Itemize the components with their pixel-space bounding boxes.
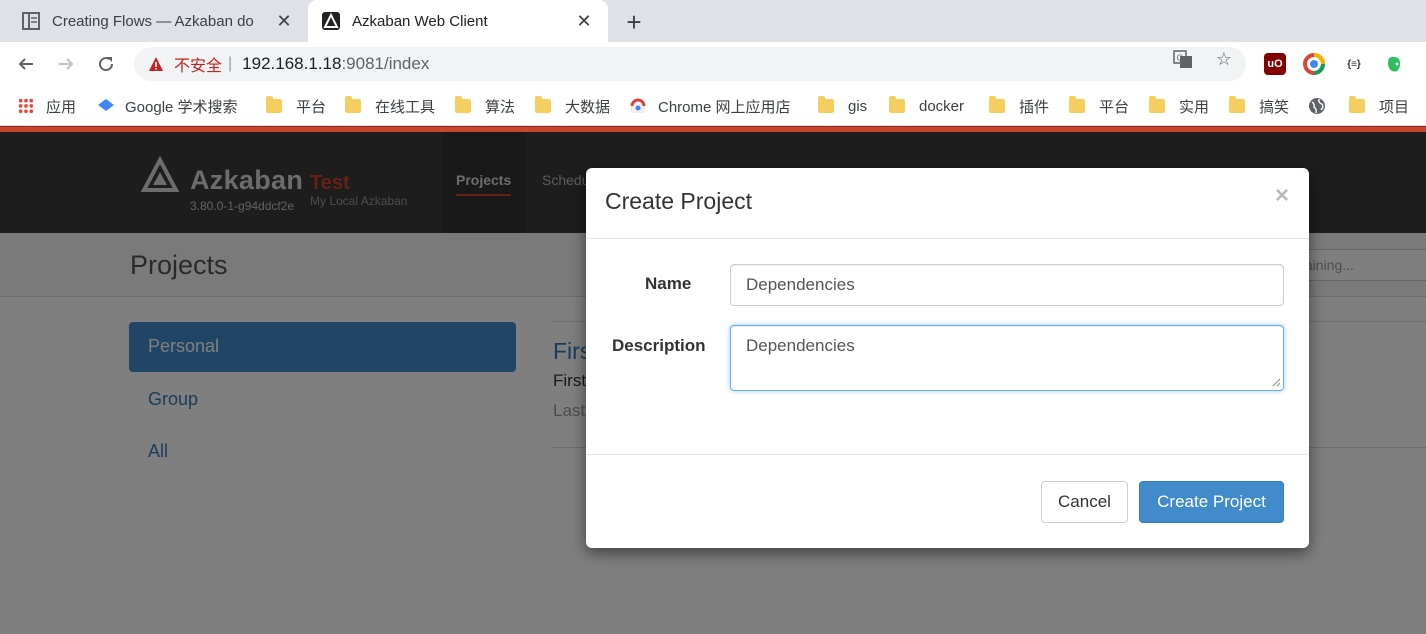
folder-icon bbox=[1229, 96, 1245, 113]
bookmarks-bar: 应用 Google 学术搜索 平台 在线工具 算法 大数据 Chrome 网上应… bbox=[0, 86, 1426, 126]
project-name-field[interactable] bbox=[730, 264, 1284, 306]
bookmark-folder[interactable]: 在线工具 bbox=[345, 95, 435, 117]
forward-arrow-icon[interactable] bbox=[52, 50, 80, 78]
back-arrow-icon[interactable] bbox=[12, 50, 40, 78]
browser-tab-strip: Creating Flows — Azkaban do ✕ Azkaban We… bbox=[0, 0, 1426, 42]
folder-icon bbox=[266, 96, 282, 113]
scholar-icon bbox=[97, 98, 115, 114]
project-description-field[interactable]: Dependencies bbox=[730, 325, 1284, 391]
url-host: 192.168.1.18 bbox=[242, 54, 342, 73]
create-project-button[interactable]: Create Project bbox=[1139, 481, 1284, 523]
bookmark-folder[interactable]: 平台 bbox=[266, 95, 326, 117]
new-tab-button[interactable]: + bbox=[620, 7, 648, 37]
bookmark-label: Chrome 网上应用店 bbox=[658, 98, 791, 116]
browser-tab-azkaban[interactable]: Azkaban Web Client ✕ bbox=[308, 0, 608, 42]
close-icon[interactable]: ✕ bbox=[572, 9, 596, 33]
browser-tab-docs[interactable]: Creating Flows — Azkaban do ✕ bbox=[8, 0, 308, 42]
folder-icon bbox=[889, 96, 905, 113]
bookmark-folder[interactable]: 算法 bbox=[455, 95, 515, 117]
translate-icon[interactable]: G bbox=[1173, 49, 1193, 69]
close-icon[interactable]: ✕ bbox=[272, 9, 296, 33]
folder-icon bbox=[818, 96, 834, 113]
bookmark-folder[interactable]: docker bbox=[889, 95, 964, 117]
azkaban-logo-icon bbox=[322, 12, 340, 30]
warning-triangle-icon[interactable] bbox=[148, 56, 164, 72]
json-extension-icon[interactable]: {≡} bbox=[1343, 53, 1365, 75]
modal-footer: Cancel Create Project bbox=[586, 454, 1309, 548]
bookmark-folder[interactable]: 搞笑 bbox=[1229, 95, 1289, 117]
bookmark-folder[interactable]: 插件 bbox=[989, 95, 1049, 117]
folder-icon bbox=[1349, 96, 1365, 113]
evernote-extension-icon[interactable] bbox=[1383, 53, 1405, 75]
bookmark-label: 应用 bbox=[46, 98, 77, 116]
folder-icon bbox=[455, 96, 471, 113]
bookmark-folder[interactable]: 项目 bbox=[1349, 95, 1409, 117]
address-separator: | bbox=[228, 55, 233, 72]
bookmark-google-scholar[interactable]: Google 学术搜索 bbox=[97, 95, 238, 117]
bookmark-folder[interactable]: 实用 bbox=[1149, 95, 1209, 117]
tab-title: Creating Flows — Azkaban do bbox=[52, 12, 254, 30]
ublock-extension-icon[interactable]: uO bbox=[1264, 53, 1286, 75]
security-label[interactable]: 不安全 bbox=[174, 52, 222, 76]
bookmark-label: 大数据 bbox=[565, 98, 611, 116]
globe-icon bbox=[1308, 97, 1326, 115]
name-label: Name bbox=[645, 274, 692, 293]
resize-grip-icon[interactable] bbox=[1272, 378, 1281, 387]
bookmark-label: docker bbox=[919, 97, 965, 115]
bookmark-folder[interactable]: gis bbox=[818, 95, 867, 117]
bookmark-label: Google 学术搜索 bbox=[125, 98, 238, 116]
bookmark-label: gis bbox=[848, 97, 868, 115]
svg-text:G: G bbox=[1177, 54, 1183, 63]
create-project-modal: Create Project × Name Description Depend… bbox=[586, 168, 1309, 548]
address-bar[interactable]: 不安全 | 192.168.1.18 :9081/index bbox=[134, 47, 1246, 81]
bookmark-label: 算法 bbox=[485, 98, 516, 116]
bookmark-label: 搞笑 bbox=[1259, 98, 1290, 116]
bookmark-folder[interactable]: 大数据 bbox=[535, 95, 610, 117]
docs-book-icon bbox=[22, 12, 40, 30]
bookmark-label: 平台 bbox=[296, 98, 327, 116]
tab-title: Azkaban Web Client bbox=[352, 12, 488, 30]
url-path: :9081/index bbox=[341, 54, 430, 73]
chrome-extension-icon[interactable] bbox=[1303, 53, 1325, 75]
folder-icon bbox=[1069, 96, 1085, 113]
folder-icon bbox=[1149, 96, 1165, 113]
star-bookmark-icon[interactable]: ☆ bbox=[1214, 49, 1234, 69]
chrome-webstore-icon bbox=[630, 98, 646, 114]
bookmark-label: 平台 bbox=[1099, 98, 1130, 116]
bookmark-label: 插件 bbox=[1019, 98, 1050, 116]
description-label: Description bbox=[612, 336, 706, 355]
bookmark-label: 项目 bbox=[1379, 98, 1410, 116]
bookmark-apps[interactable]: 应用 bbox=[18, 95, 76, 117]
modal-header: Create Project × bbox=[586, 168, 1309, 239]
folder-icon bbox=[989, 96, 1005, 113]
reload-icon[interactable] bbox=[92, 50, 120, 78]
apps-grid-icon bbox=[18, 98, 34, 114]
folder-icon bbox=[535, 96, 551, 113]
browser-toolbar: 不安全 | 192.168.1.18 :9081/index G ☆ uO {≡… bbox=[0, 42, 1426, 86]
bookmark-label: 实用 bbox=[1179, 98, 1210, 116]
folder-icon bbox=[345, 96, 361, 113]
cancel-button[interactable]: Cancel bbox=[1041, 481, 1128, 523]
bookmark-globe[interactable] bbox=[1308, 95, 1326, 117]
bookmark-chrome-webstore[interactable]: Chrome 网上应用店 bbox=[630, 95, 791, 117]
bookmark-label: 在线工具 bbox=[375, 98, 436, 116]
close-icon[interactable]: × bbox=[1275, 184, 1289, 208]
modal-title: Create Project bbox=[605, 188, 753, 214]
bookmark-folder[interactable]: 平台 bbox=[1069, 95, 1129, 117]
